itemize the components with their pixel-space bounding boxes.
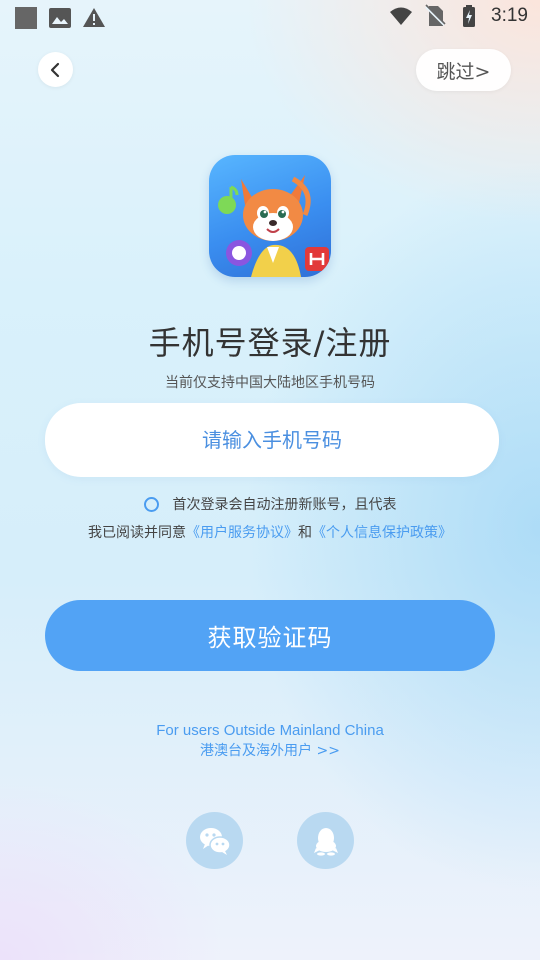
fox-mascot-icon — [218, 175, 329, 277]
phone-number-input[interactable] — [45, 403, 499, 477]
agreement-text-line2: 我已阅读并同意《用户服务协议》和《个人信息保护政策》 — [0, 522, 540, 542]
wechat-login-button[interactable] — [186, 812, 243, 869]
get-code-button[interactable]: 获取验证码 — [45, 600, 495, 671]
subtitle: 当前仅支持中国大陆地区手机号码 — [165, 375, 375, 391]
clock: 3:19 — [491, 5, 528, 26]
overseas-users-link[interactable]: For users Outside Mainland China 港澳台及海外用… — [0, 720, 540, 762]
skip-button[interactable]: 跳过> — [416, 49, 511, 91]
wechat-icon — [199, 827, 231, 855]
square-icon — [15, 7, 37, 29]
status-left — [14, 6, 106, 30]
agreement-row: 首次登录会自动注册新账号，且代表 — [0, 494, 540, 514]
chevron-left-icon — [50, 62, 59, 77]
app-logo — [209, 155, 331, 277]
no-sim-icon — [425, 4, 446, 26]
image-icon — [49, 8, 71, 28]
battery-icon — [463, 5, 476, 27]
agreement-radio[interactable] — [143, 496, 159, 512]
overseas-chinese-text: 港澳台及海外用户 >> — [200, 743, 340, 759]
page-title: 手机号登录/注册 — [148, 324, 392, 362]
qq-login-button[interactable] — [297, 812, 354, 869]
user-agreement-link[interactable]: 《用户服务协议》 — [186, 525, 298, 541]
agreement-prefix: 我已阅读并同意 — [88, 525, 186, 541]
status-right: 3:19 — [389, 4, 528, 28]
agreement-text-line1: 首次登录会自动注册新账号，且代表 — [172, 497, 397, 513]
privacy-policy-link[interactable]: 《个人信息保护政策》 — [312, 525, 452, 541]
wifi-icon — [390, 7, 413, 25]
warning-icon — [83, 8, 105, 27]
agreement-and: 和 — [298, 525, 312, 541]
status-bar: 3:19 — [0, 0, 540, 36]
back-button[interactable] — [38, 52, 73, 87]
overseas-english-text: For users Outside Mainland China — [156, 722, 384, 739]
qq-icon — [313, 827, 338, 856]
